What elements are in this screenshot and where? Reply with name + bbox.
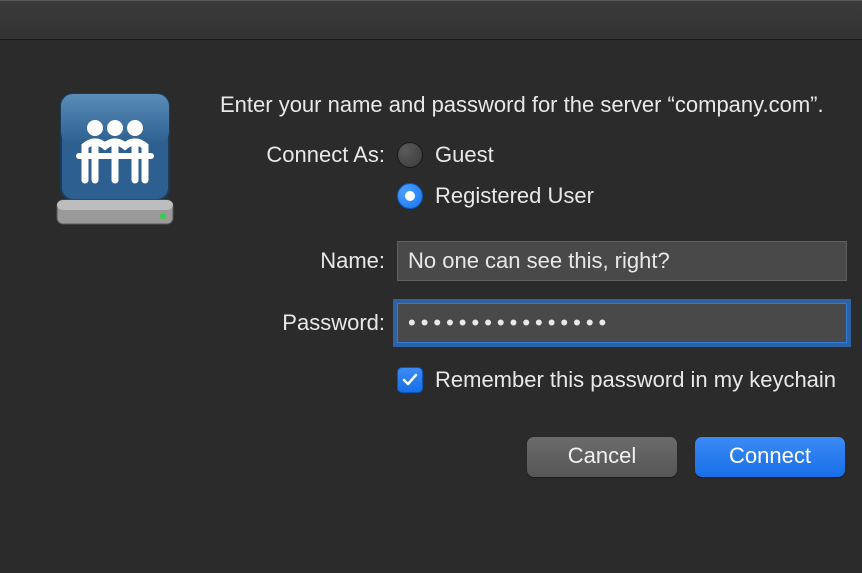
- name-input[interactable]: [397, 241, 847, 281]
- radio-guest-label[interactable]: Guest: [435, 140, 494, 170]
- name-label: Name:: [220, 246, 397, 276]
- password-input[interactable]: [397, 303, 847, 343]
- password-label: Password:: [220, 308, 397, 338]
- cancel-button[interactable]: Cancel: [527, 437, 677, 477]
- connect-as-label: Connect As:: [220, 140, 397, 170]
- radio-registered-user-label[interactable]: Registered User: [435, 181, 594, 211]
- network-drive-icon: [55, 90, 175, 230]
- titlebar[interactable]: [0, 1, 862, 40]
- radio-registered-user[interactable]: [397, 183, 423, 209]
- connect-to-server-dialog: Enter your name and password for the ser…: [0, 0, 862, 573]
- connect-button[interactable]: Connect: [695, 437, 845, 477]
- remember-keychain-checkbox[interactable]: [397, 367, 423, 393]
- radio-guest[interactable]: [397, 142, 423, 168]
- remember-keychain-label[interactable]: Remember this password in my keychain: [435, 365, 836, 395]
- dialog-heading: Enter your name and password for the ser…: [220, 90, 847, 120]
